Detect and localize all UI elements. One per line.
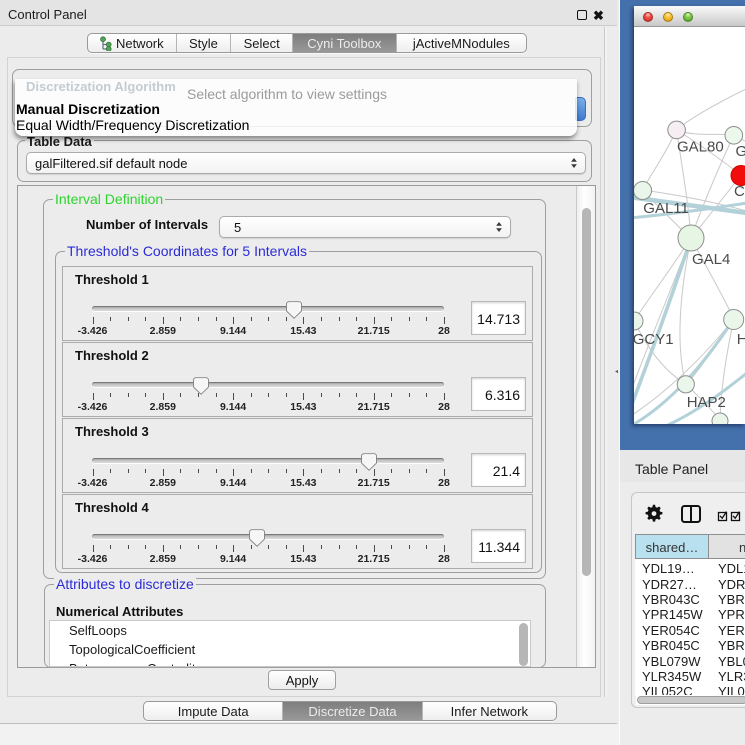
svg-text:GCY1: GCY1 (634, 331, 674, 348)
svg-text:GAL4: GAL4 (692, 251, 730, 268)
svg-text:CR: CR (734, 183, 745, 200)
svg-text:GA: GA (736, 143, 745, 160)
svg-text:HAP2: HAP2 (687, 394, 726, 411)
svg-text:GAL11: GAL11 (643, 200, 689, 217)
svg-text:GAL80: GAL80 (677, 139, 724, 156)
svg-text:HA: HA (737, 331, 745, 348)
